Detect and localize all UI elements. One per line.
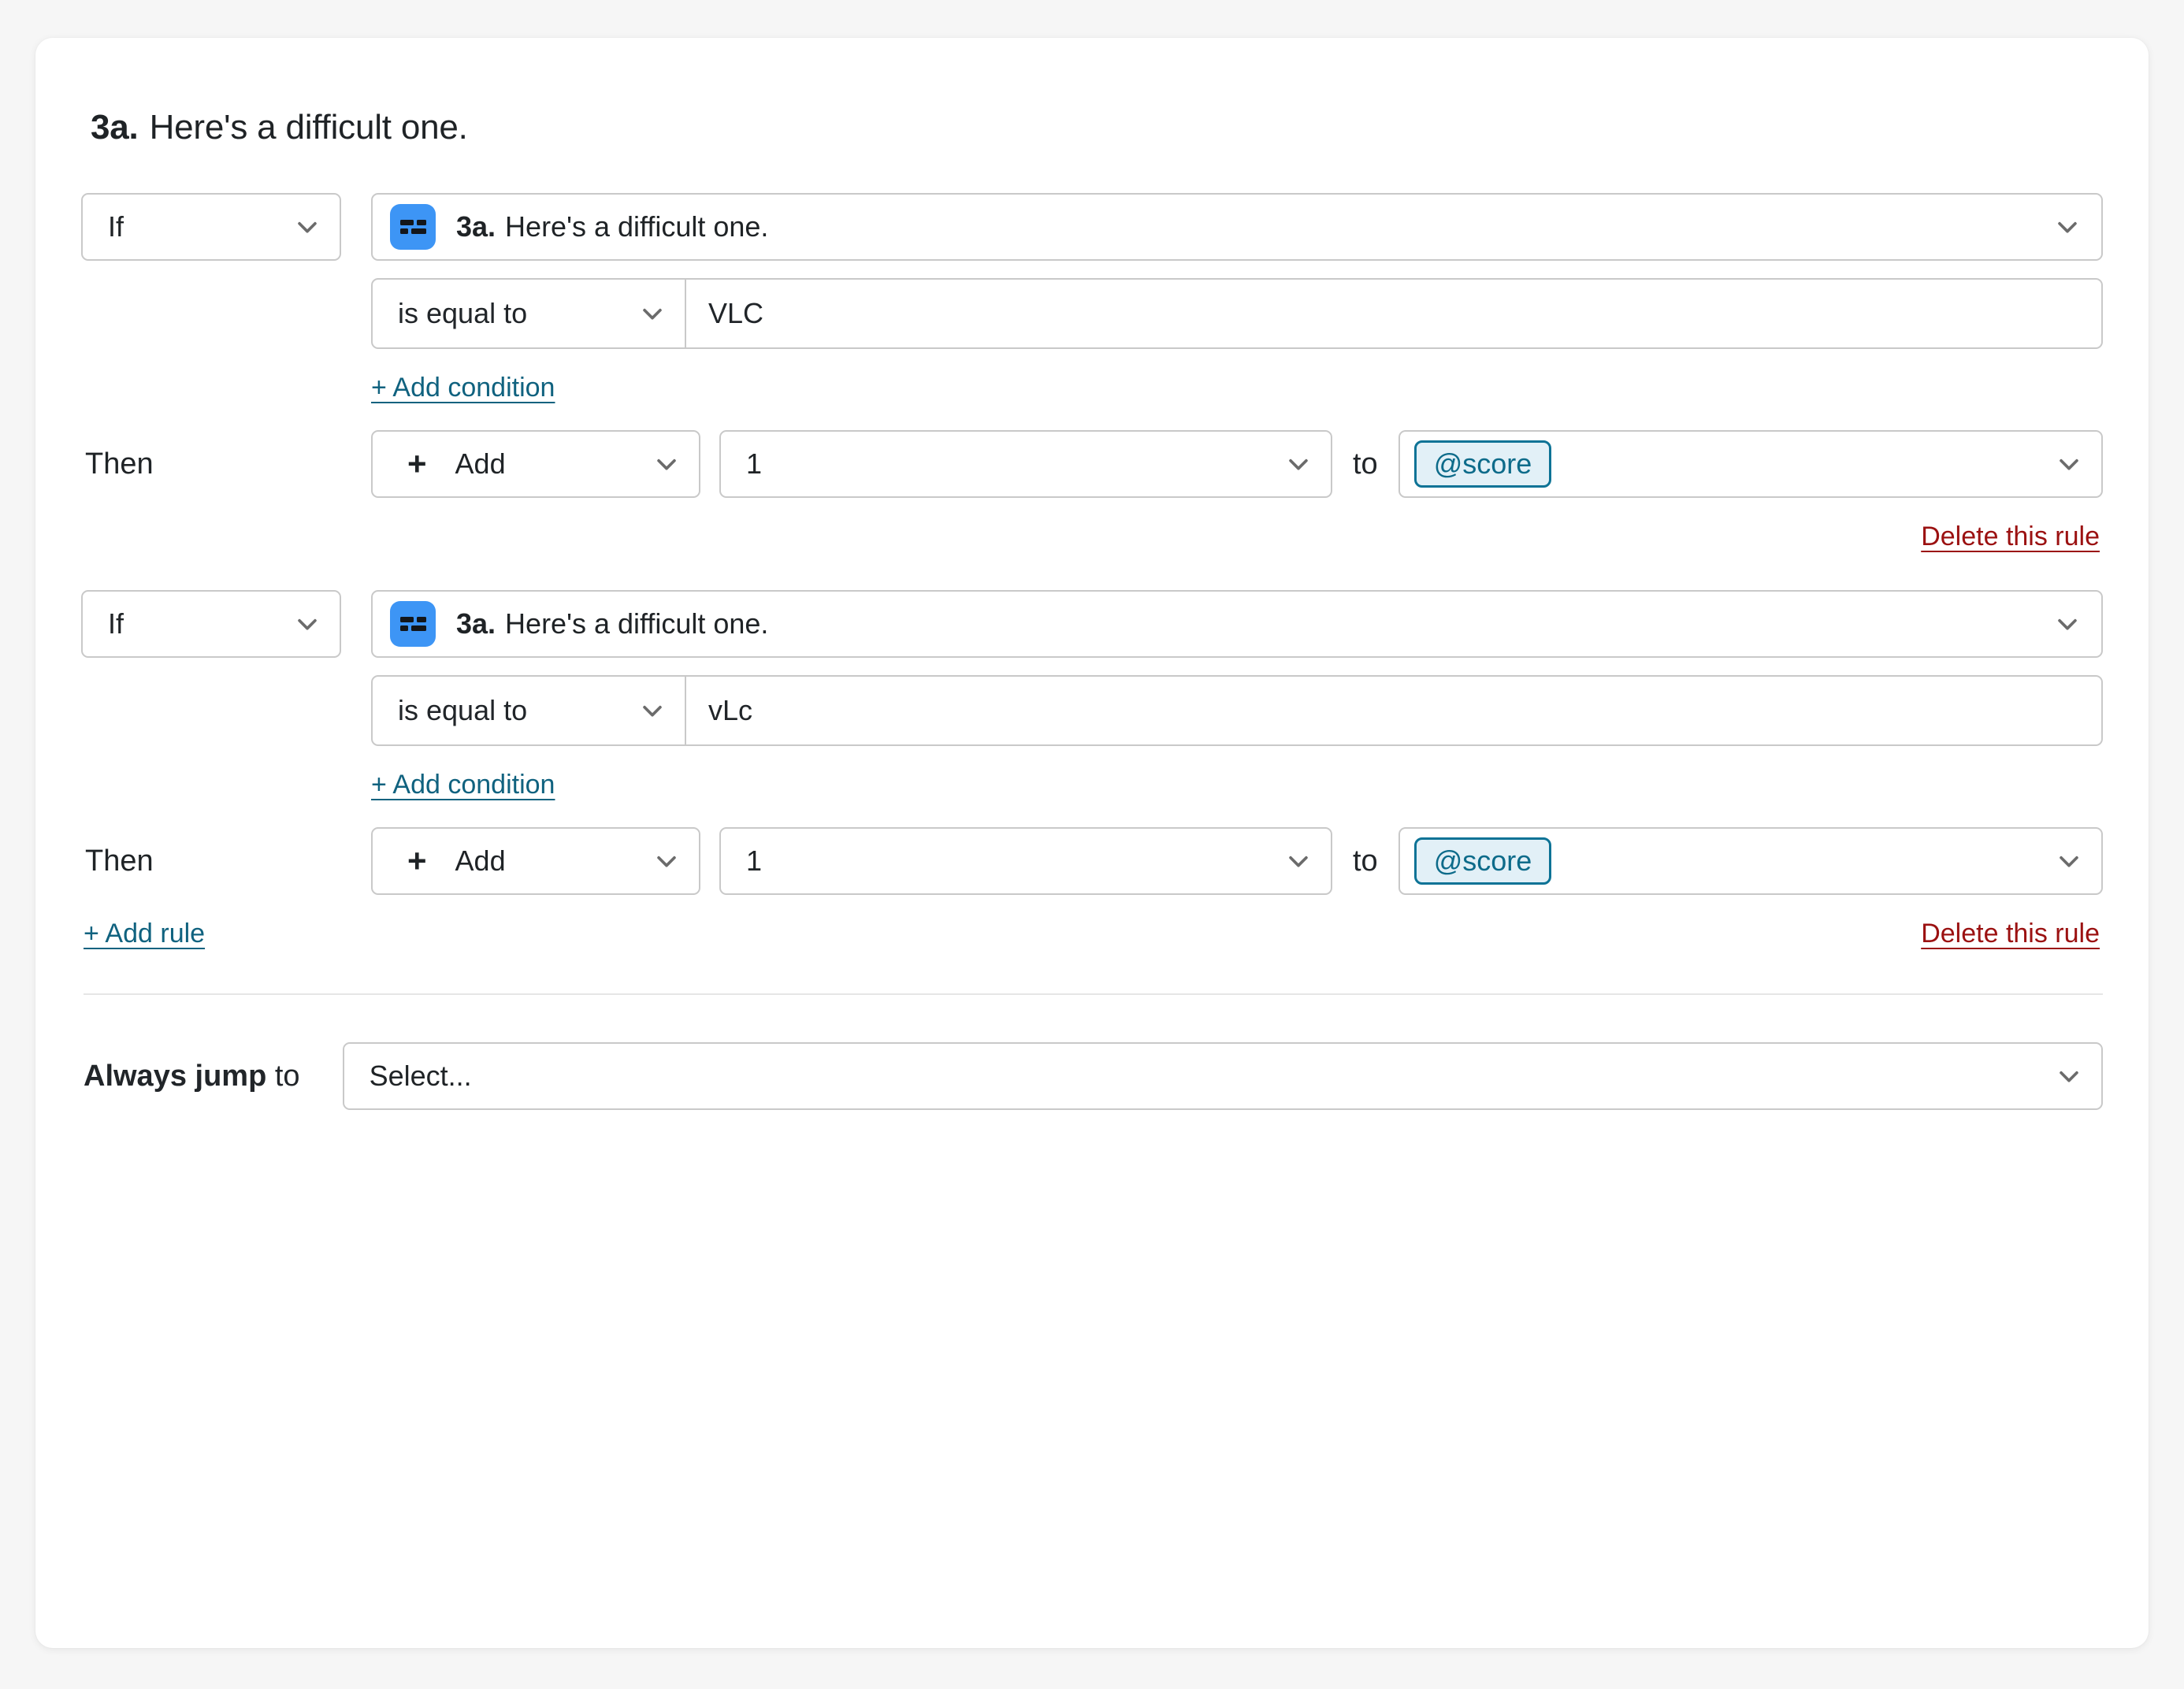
rule-2-delete-link[interactable]: Delete this rule <box>1921 919 2100 949</box>
always-jump-label-rest: to <box>274 1059 300 1093</box>
rule-2-add-condition-row: + Add condition <box>81 770 2103 800</box>
rule-1-condition-operator-label: is equal to <box>398 297 528 329</box>
plus-icon: + <box>407 445 427 482</box>
chevron-down-icon <box>294 611 321 637</box>
chevron-down-icon <box>639 300 666 327</box>
rule-1-then-row: Then + Add 1 to @score <box>81 430 2103 498</box>
always-jump-label: Always jump to <box>84 1060 300 1093</box>
chevron-down-icon <box>2056 1063 2082 1089</box>
chevron-down-icon <box>653 451 680 477</box>
rule-1-question-content: 3a. Here's a difficult one. <box>390 204 768 250</box>
page-background: 3a. Here's a difficult one. If 3a. Here'… <box>0 0 2184 1689</box>
rule-1-if-col: If <box>81 193 371 261</box>
rule-2-question-number: 3a. <box>456 607 496 640</box>
rule-1-delete-link[interactable]: Delete this rule <box>1921 522 2100 552</box>
rule-1-operation-select[interactable]: + Add <box>371 430 700 498</box>
rule-1-variable-select[interactable]: @score <box>1398 430 2103 498</box>
rule-1-if-row: If 3a. Here's a difficult one. <box>81 193 2103 261</box>
rule-2-amount-select[interactable]: 1 <box>719 827 1332 895</box>
rule-1-if-label: If <box>108 210 124 243</box>
rule-1-question-text: Here's a difficult one. <box>505 210 769 243</box>
rule-separator-space <box>81 552 2103 590</box>
chevron-down-icon <box>639 697 666 724</box>
rule-1-operation-label: Add <box>455 447 506 480</box>
rule-1-if-select[interactable]: If <box>81 193 341 261</box>
chevron-down-icon <box>294 213 321 240</box>
rule-2-to-label: to <box>1353 844 1378 878</box>
rule-2-operation-select[interactable]: + Add <box>371 827 700 895</box>
rule-1-add-condition-link[interactable]: + Add condition <box>371 373 555 403</box>
rule-2-then-label: Then <box>85 844 154 878</box>
rule-1-condition-row: is equal to VLC <box>81 278 2103 349</box>
rule-1-to-label: to <box>1353 447 1378 481</box>
rule-1-amount-value: 1 <box>746 447 763 480</box>
rule-2-question-content: 3a. Here's a difficult one. <box>390 601 768 647</box>
rule-1-question-select[interactable]: 3a. Here's a difficult one. <box>371 193 2103 261</box>
rule-1-condition-operator-select[interactable]: is equal to <box>373 280 686 347</box>
section-divider <box>84 993 2103 995</box>
rule-1-operation-content: + Add <box>373 447 506 481</box>
rule-2-condition-row: is equal to vLc <box>81 675 2103 746</box>
rule-2-condition-value-input[interactable]: vLc <box>686 677 2101 744</box>
rule-2-if-select[interactable]: If <box>81 590 341 658</box>
rule-2-operation-content: + Add <box>373 844 506 878</box>
multiple-choice-icon <box>390 601 436 647</box>
rule-1-then-label: Then <box>85 447 154 481</box>
rule-2-if-col: If <box>81 590 371 658</box>
rule-2: If 3a. Here's a difficult one. is equal … <box>81 590 2103 949</box>
rule-2-variable-select[interactable]: @score <box>1398 827 2103 895</box>
plus-icon: + <box>407 842 427 879</box>
rule-2-question-label: 3a. Here's a difficult one. <box>456 607 768 640</box>
multiple-choice-icon <box>390 204 436 250</box>
rule-2-if-label: If <box>108 607 124 640</box>
rule-1-question-label: 3a. Here's a difficult one. <box>456 210 768 243</box>
add-rule-link[interactable]: + Add rule <box>84 919 205 949</box>
rule-1-delete-row: Delete this rule <box>81 522 2103 552</box>
rule-1-add-condition-indent <box>81 373 371 403</box>
chevron-down-icon <box>2054 213 2081 240</box>
rule-1-condition-value-text: VLC <box>708 297 764 329</box>
rule-2-operation-label: Add <box>455 844 506 877</box>
page-title: 3a. Here's a difficult one. <box>91 106 2103 149</box>
always-jump-selected-value: Select... <box>369 1060 472 1092</box>
rule-2-condition-group: is equal to vLc <box>371 675 2103 746</box>
rule-1-condition-value-input[interactable]: VLC <box>686 280 2101 347</box>
rule-2-question-select[interactable]: 3a. Here's a difficult one. <box>371 590 2103 658</box>
chevron-down-icon <box>653 848 680 874</box>
always-jump-row: Always jump to Select... <box>81 1042 2103 1110</box>
rule-1-amount-select[interactable]: 1 <box>719 430 1332 498</box>
rule-2-condition-operator-select[interactable]: is equal to <box>373 677 686 744</box>
rule-1-question-number: 3a. <box>456 210 496 243</box>
rule-footer-links: + Add rule Delete this rule <box>81 919 2103 949</box>
rule-2-variable-token: @score <box>1413 837 1552 885</box>
rule-2-if-row: If 3a. Here's a difficult one. <box>81 590 2103 658</box>
chevron-down-icon <box>2056 451 2082 477</box>
rule-1-variable-token: @score <box>1413 440 1552 488</box>
rule-2-condition-operator-label: is equal to <box>398 694 528 726</box>
chevron-down-icon <box>1285 848 1312 874</box>
page-title-text: Here's a difficult one. <box>149 108 468 147</box>
rule-2-add-condition-link[interactable]: + Add condition <box>371 770 555 800</box>
rule-2-question-text: Here's a difficult one. <box>505 607 769 640</box>
rule-2-condition-value-text: vLc <box>708 694 753 726</box>
chevron-down-icon <box>1285 451 1312 477</box>
chevron-down-icon <box>2054 611 2081 637</box>
rule-2-add-condition-indent <box>81 770 371 800</box>
rule-2-amount-value: 1 <box>746 844 763 877</box>
rule-1-add-condition-row: + Add condition <box>81 373 2103 403</box>
always-jump-select[interactable]: Select... <box>342 1042 2103 1110</box>
always-jump-label-bold: Always jump <box>84 1059 267 1093</box>
rule-1: If 3a. Here's a difficult one. is equal … <box>81 193 2103 552</box>
logic-rules-card: 3a. Here's a difficult one. If 3a. Here'… <box>35 38 2149 1648</box>
rule-2-then-row: Then + Add 1 to @score <box>81 827 2103 895</box>
rule-1-condition-group: is equal to VLC <box>371 278 2103 349</box>
page-title-number: 3a. <box>91 108 139 147</box>
chevron-down-icon <box>2056 848 2082 874</box>
